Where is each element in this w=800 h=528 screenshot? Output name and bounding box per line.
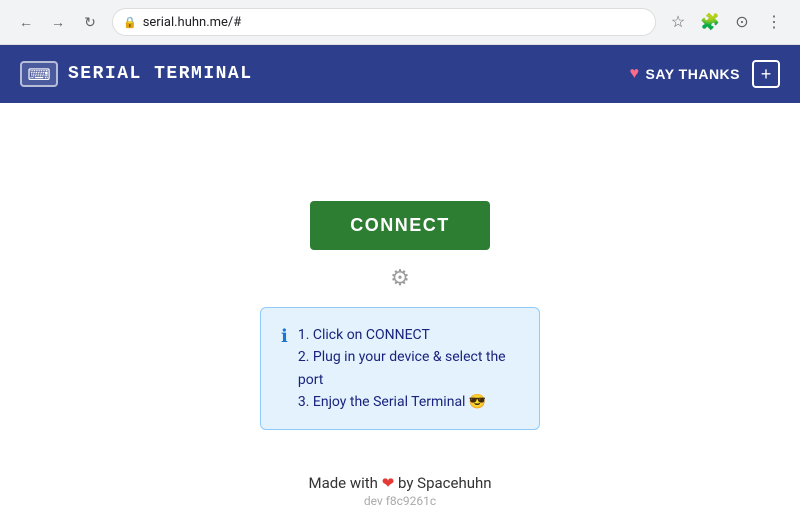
say-thanks-label: SAY THANKS [646,66,740,82]
dev-hash: dev f8c9261c [308,494,491,508]
url-text: serial.huhn.me/# [143,15,242,30]
lock-icon: 🔒 [123,16,137,29]
menu-button[interactable]: ⋮ [760,8,788,36]
keyboard-icon: ⌨ [20,61,58,87]
info-box: ℹ 1. Click on CONNECT 2. Plug in your de… [260,307,540,431]
app-title: SERIAL TERMINAL [68,64,253,84]
browser-chrome: ← → ↻ 🔒 serial.huhn.me/# ☆ 🧩 ⊙ ⋮ [0,0,800,45]
made-with-label: Made with [308,474,377,492]
app-header: ⌨ SERIAL TERMINAL ♥ SAY THANKS + [0,45,800,103]
connect-button[interactable]: CONNECT [310,201,490,250]
address-bar[interactable]: 🔒 serial.huhn.me/# [112,8,656,36]
profile-button[interactable]: ⊙ [728,8,756,36]
connect-area: CONNECT ⚙ ℹ 1. Click on CONNECT 2. Plug … [260,201,540,431]
reload-button[interactable]: ↻ [76,8,104,36]
plus-button[interactable]: + [752,60,780,88]
back-button[interactable]: ← [12,8,40,36]
browser-right-icons: ☆ 🧩 ⊙ ⋮ [664,8,788,36]
made-with-text: Made with ❤ by Spacehuhn [308,474,491,492]
forward-button[interactable]: → [44,8,72,36]
info-icon: ℹ [281,326,288,414]
extensions-button[interactable]: 🧩 [696,8,724,36]
bookmark-button[interactable]: ☆ [664,8,692,36]
say-thanks-button[interactable]: ♥ SAY THANKS [630,65,740,83]
info-step-1: 1. Click on CONNECT [298,324,519,346]
app-logo: ⌨ SERIAL TERMINAL [20,61,253,87]
footer: Made with ❤ by Spacehuhn dev f8c9261c [308,474,491,508]
info-step-3: 3. Enjoy the Serial Terminal 😎 [298,391,519,413]
heart-emoji: ❤ [382,474,395,492]
nav-buttons: ← → ↻ [12,8,104,36]
by-text: by Spacehuhn [398,474,492,492]
settings-icon[interactable]: ⚙ [390,266,410,291]
keyboard-symbol: ⌨ [27,65,50,84]
info-text: 1. Click on CONNECT 2. Plug in your devi… [298,324,519,414]
header-right: ♥ SAY THANKS + [630,60,780,88]
heart-icon: ♥ [630,65,640,83]
info-step-2: 2. Plug in your device & select the port [298,346,519,391]
main-content: CONNECT ⚙ ℹ 1. Click on CONNECT 2. Plug … [0,103,800,528]
